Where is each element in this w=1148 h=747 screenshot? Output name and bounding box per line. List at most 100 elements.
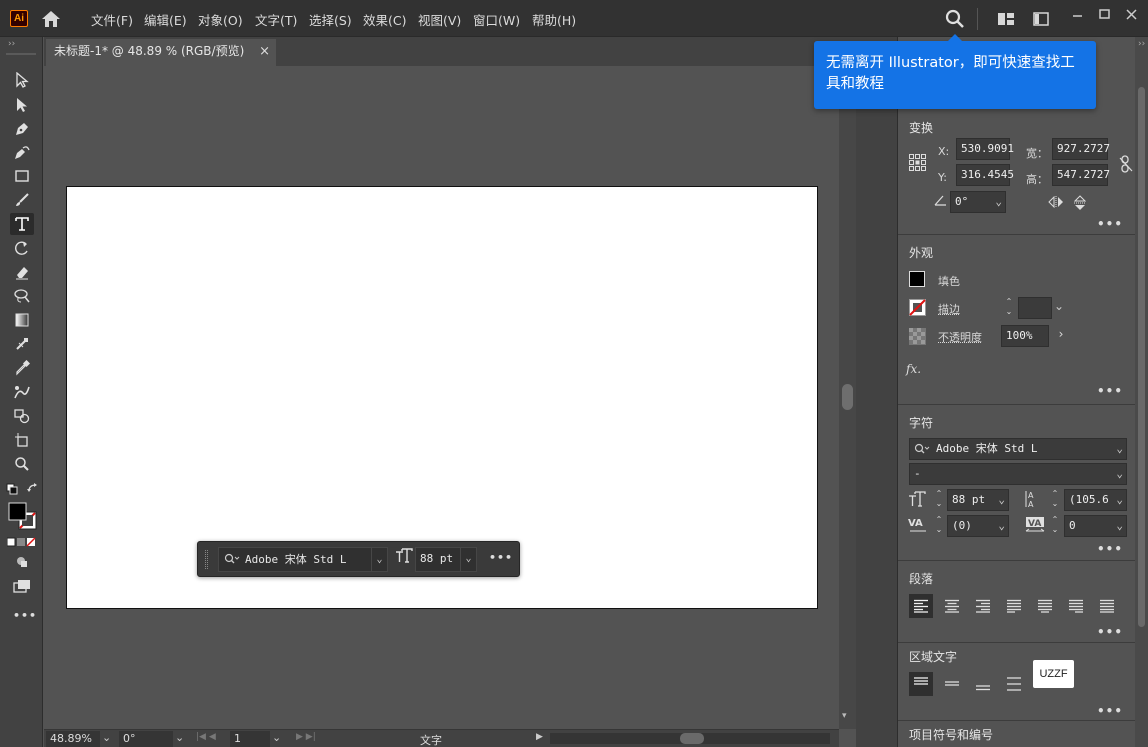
area-justify-icon[interactable] xyxy=(1002,672,1026,696)
eraser-tool-icon[interactable] xyxy=(10,261,34,283)
chevron-down-icon[interactable]: ⌄ xyxy=(1116,516,1123,536)
search-icon[interactable] xyxy=(945,9,965,32)
menu-view[interactable]: 视图(V) xyxy=(418,10,461,29)
area-type-more-icon[interactable]: ••• xyxy=(1097,704,1123,718)
tracking-field[interactable]: 0 ⌄ xyxy=(1064,515,1127,537)
chevron-down-icon[interactable]: ⌄ xyxy=(1116,464,1123,484)
chevron-down-icon[interactable]: ⌄ xyxy=(272,731,281,744)
stroke-weight-field[interactable] xyxy=(1018,297,1052,319)
justify-left-icon[interactable] xyxy=(1002,594,1026,618)
kerning-field[interactable]: (0) ⌄ xyxy=(947,515,1009,537)
horizontal-scrollbar[interactable] xyxy=(550,733,830,744)
shape-builder-tool-icon[interactable] xyxy=(10,405,34,427)
area-align-top-icon[interactable] xyxy=(909,672,933,696)
scroll-thumb[interactable] xyxy=(1138,87,1145,627)
vertical-scrollbar[interactable]: ▾ xyxy=(839,66,856,729)
screen-mode-icon[interactable] xyxy=(10,575,34,597)
default-colors-icon[interactable] xyxy=(6,483,18,498)
last-artboard-icon[interactable]: ▶ ▶| xyxy=(296,732,316,742)
lasso-tool-icon[interactable] xyxy=(10,285,34,307)
chevron-down-icon[interactable]: ⌄ xyxy=(371,548,387,571)
status-menu-icon[interactable]: ▶ xyxy=(536,732,543,742)
width-field[interactable]: 927.2727 xyxy=(1052,138,1108,160)
leading-field[interactable]: (105.6 ⌄ xyxy=(1064,489,1127,511)
panel-scrollbar[interactable]: ›› xyxy=(1135,37,1148,747)
artboard-number-field[interactable]: 1 xyxy=(230,731,270,747)
float-font-select[interactable]: Adobe 宋体 Std L ⌄ xyxy=(218,547,388,572)
align-left-icon[interactable] xyxy=(909,594,933,618)
stroke-weight-stepper[interactable]: ⌃ ⌄ xyxy=(1002,297,1016,319)
font-size-stepper[interactable]: ⌃ ⌄ xyxy=(933,489,945,511)
chevron-down-icon[interactable]: ⌄ xyxy=(998,490,1005,510)
x-position-field[interactable]: 530.9091 xyxy=(956,138,1010,160)
paintbrush-tool-icon[interactable] xyxy=(10,189,34,211)
float-font-size[interactable]: 88 pt ⌄ xyxy=(415,547,477,572)
selection-tool-icon[interactable] xyxy=(10,69,34,91)
character-more-icon[interactable]: ••• xyxy=(1097,542,1123,556)
close-tab-icon[interactable]: × xyxy=(259,39,270,64)
scroll-thumb[interactable] xyxy=(842,384,853,410)
more-tools-icon[interactable]: ••• xyxy=(13,609,37,622)
chevron-down-icon[interactable]: ⌄ xyxy=(102,731,111,744)
collapse-panel-icon[interactable]: ›› xyxy=(1138,39,1145,49)
menu-effect[interactable]: 效果(C) xyxy=(363,10,406,29)
justify-center-icon[interactable] xyxy=(1033,594,1057,618)
paragraph-more-icon[interactable]: ••• xyxy=(1097,625,1123,639)
height-field[interactable]: 547.2727 xyxy=(1052,164,1108,186)
collapse-tools-icon[interactable]: ›› xyxy=(8,39,15,49)
drag-handle[interactable] xyxy=(205,550,208,569)
color-mode-icons[interactable] xyxy=(7,536,37,550)
tracking-stepper[interactable]: ⌃ ⌄ xyxy=(1049,515,1061,537)
chevron-down-icon[interactable]: ⌄ xyxy=(1054,299,1064,313)
zoom-tool-icon[interactable] xyxy=(10,453,34,475)
font-size-field[interactable]: 88 pt ⌄ xyxy=(947,489,1009,511)
curvature-tool-icon[interactable] xyxy=(10,142,34,164)
zoom-level-field[interactable]: 48.89% xyxy=(46,731,100,747)
fill-stroke-swatch-icon[interactable] xyxy=(8,502,38,533)
appearance-more-icon[interactable]: ••• xyxy=(1097,384,1123,398)
kerning-stepper[interactable]: ⌃ ⌄ xyxy=(933,515,945,537)
rectangle-tool-icon[interactable] xyxy=(10,165,34,187)
pen-tool-icon[interactable] xyxy=(10,118,34,140)
chevron-down-icon[interactable]: ⌄ xyxy=(460,548,476,571)
align-right-icon[interactable] xyxy=(971,594,995,618)
transform-more-icon[interactable]: ••• xyxy=(1097,217,1123,231)
menu-file[interactable]: 文件(F) xyxy=(91,10,133,29)
menu-window[interactable]: 窗口(W) xyxy=(473,10,520,29)
menu-edit[interactable]: 编辑(E) xyxy=(144,10,187,29)
opacity-label[interactable]: 不透明度 xyxy=(938,329,982,345)
chevron-down-icon[interactable]: ⌄ xyxy=(995,192,1002,212)
close-window-icon[interactable] xyxy=(1122,7,1142,23)
rotate-tool-icon[interactable] xyxy=(10,237,34,259)
character-font-select[interactable]: Adobe 宋体 Std L ⌄ xyxy=(909,438,1127,460)
mesh-tool-icon[interactable] xyxy=(10,333,34,355)
menu-object[interactable]: 对象(O) xyxy=(198,10,243,29)
opacity-field[interactable]: 100% xyxy=(1001,325,1049,347)
area-align-center-icon[interactable] xyxy=(940,672,964,696)
stroke-label[interactable]: 描边 xyxy=(938,301,960,317)
justify-right-icon[interactable] xyxy=(1064,594,1088,618)
rotation-field[interactable]: 0° xyxy=(119,731,173,747)
document-tab[interactable]: 未标题-1* @ 48.89 % (RGB/预览) × xyxy=(46,39,276,66)
flip-horizontal-icon[interactable] xyxy=(1048,196,1064,211)
flip-vertical-icon[interactable] xyxy=(1074,195,1086,214)
direct-selection-tool-icon[interactable] xyxy=(10,94,34,116)
maximize-icon[interactable] xyxy=(1095,7,1115,23)
canvas-area[interactable] xyxy=(44,66,839,729)
stroke-swatch[interactable] xyxy=(909,299,926,319)
gradient-tool-icon[interactable] xyxy=(10,309,34,331)
arrange-documents-icon[interactable] xyxy=(997,12,1015,29)
effects-fx-icon[interactable]: fx. xyxy=(906,362,921,376)
blend-tool-icon[interactable] xyxy=(10,381,34,403)
menu-help[interactable]: 帮助(H) xyxy=(532,10,576,29)
rotation-angle-field[interactable]: 0° ⌄ xyxy=(950,191,1006,213)
swap-colors-icon[interactable] xyxy=(27,482,39,497)
first-artboard-icon[interactable]: |◀ ◀ xyxy=(196,732,216,742)
justify-all-icon[interactable] xyxy=(1095,594,1119,618)
leading-stepper[interactable]: ⌃ ⌄ xyxy=(1049,489,1061,511)
chevron-down-icon[interactable]: ⌄ xyxy=(998,516,1005,536)
align-center-icon[interactable] xyxy=(940,594,964,618)
fill-swatch[interactable] xyxy=(909,271,925,287)
type-tool-icon[interactable] xyxy=(10,213,34,235)
chevron-right-icon[interactable]: › xyxy=(1054,327,1068,341)
